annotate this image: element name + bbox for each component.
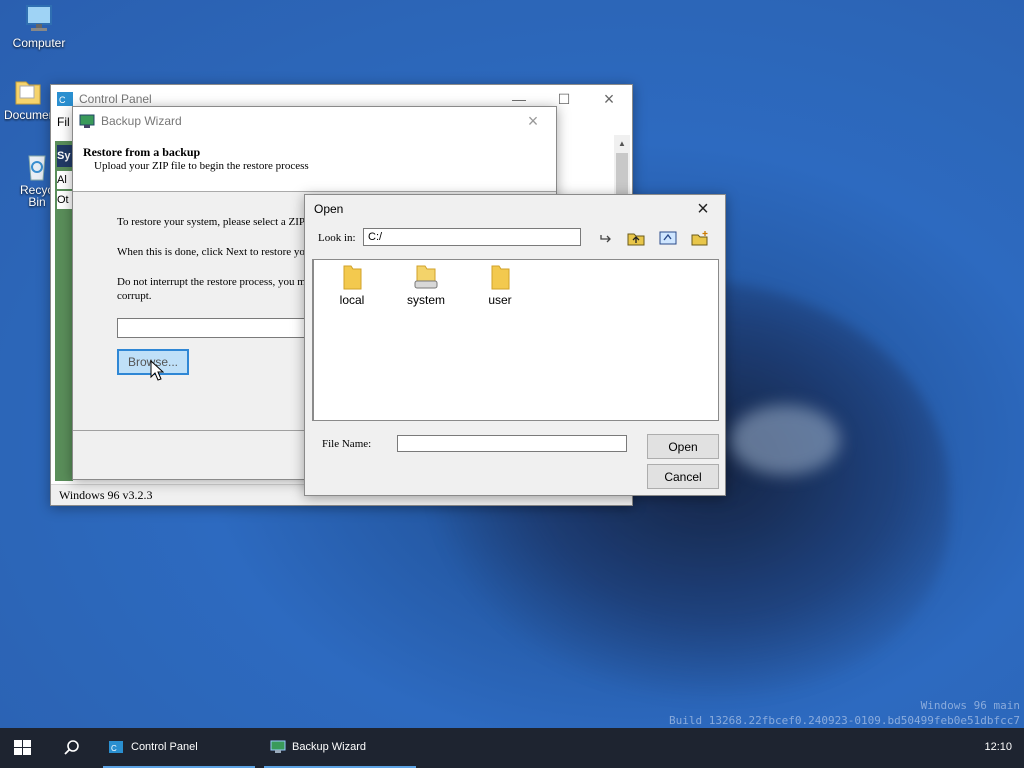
windows-logo-icon <box>14 740 31 755</box>
new-folder-icon[interactable] <box>688 228 712 248</box>
wallpaper-highlight <box>730 405 840 475</box>
window-title: Backup Wizard <box>101 114 182 128</box>
close-button[interactable]: × <box>681 195 725 223</box>
desktop-icon-label: Recycle Bin <box>20 183 63 209</box>
folder-label: local <box>339 293 365 307</box>
close-button[interactable]: × <box>511 107 555 135</box>
desktop-icon-label: Computer <box>12 36 66 50</box>
zip-file-input[interactable] <box>117 318 327 338</box>
wizard-subheading: Upload your ZIP file to begin the restor… <box>94 160 309 172</box>
wizard-paragraph-2: When this is done, click Next to restore… <box>117 246 305 258</box>
wizard-paragraph-3: Do not interrupt the restore process, yo… <box>117 276 306 288</box>
look-in-path-input[interactable] <box>363 228 581 246</box>
control-panel-app-icon: C <box>109 741 123 753</box>
folder-icon <box>343 265 362 290</box>
close-button[interactable]: × <box>587 85 631 113</box>
desktop-icon-label: Documents <box>4 108 52 122</box>
search-icon <box>64 740 79 755</box>
window-title: Open <box>314 202 344 216</box>
open-button[interactable]: Open <box>647 434 719 459</box>
folder-item-local[interactable]: local <box>320 264 384 307</box>
folder-item-user[interactable]: user <box>468 264 532 307</box>
folder-label: user <box>488 293 512 307</box>
folder-icon <box>491 265 510 290</box>
scroll-up-arrow-icon[interactable]: ▲ <box>614 135 630 148</box>
svg-text:C: C <box>111 744 117 753</box>
mouse-pointer-icon <box>150 360 164 381</box>
taskbar-item-control-panel[interactable]: C Control Panel <box>103 728 255 768</box>
go-back-icon[interactable] <box>594 228 618 248</box>
svg-text:C: C <box>59 95 66 105</box>
backup-wizard-app-icon <box>79 114 95 128</box>
cancel-button[interactable]: Cancel <box>647 464 719 489</box>
recycle-bin-icon <box>28 155 46 181</box>
folder-up-icon[interactable] <box>624 228 648 248</box>
open-file-dialog: Open × Look in: local system user File N… <box>304 194 726 496</box>
start-button[interactable] <box>14 740 32 759</box>
taskbar-item-label: Control Panel <box>131 741 198 753</box>
computer-icon <box>26 5 52 31</box>
desktop-icon-computer[interactable]: Computer <box>4 4 74 50</box>
taskbar-item-backup-wizard[interactable]: Backup Wizard <box>264 728 416 768</box>
look-in-label: Look in: <box>318 232 356 244</box>
taskbar-clock[interactable]: 12:10 <box>984 741 1012 753</box>
desktop-icon-documents[interactable]: Documents <box>4 76 52 122</box>
taskbar-item-label: Backup Wizard <box>292 741 366 753</box>
status-text: Windows 96 v3.2.3 <box>59 488 153 502</box>
folder-item-system[interactable]: system <box>394 264 458 307</box>
window-title: Control Panel <box>79 92 152 106</box>
control-panel-app-icon: C <box>57 92 73 106</box>
file-name-label: File Name: <box>322 438 372 450</box>
folder-label: system <box>406 293 445 307</box>
open-dialog-titlebar[interactable]: Open <box>305 195 725 223</box>
watermark-build: Build 13268.22fbcef0.240923-0109.bd50499… <box>669 714 1020 727</box>
wizard-heading: Restore from a backup <box>83 145 201 159</box>
backup-wizard-app-icon <box>270 740 286 753</box>
wizard-paragraph-3-cont: corrupt. <box>117 290 152 302</box>
taskbar: C Control Panel Backup Wizard 12:10 <box>0 728 1024 768</box>
file-name-input[interactable] <box>397 435 627 452</box>
documents-folder-icon <box>15 81 41 105</box>
menu-file[interactable]: Fil <box>57 115 70 129</box>
file-list-pane[interactable]: local system user <box>312 259 719 421</box>
wizard-paragraph-1: To restore your system, please select a … <box>117 216 306 228</box>
watermark-edition: Windows 96 main <box>920 699 1020 712</box>
desktop-view-icon[interactable] <box>656 228 680 248</box>
system-folder-icon <box>414 265 438 289</box>
backup-wizard-titlebar[interactable]: Backup Wizard <box>73 107 556 135</box>
search-button[interactable] <box>63 739 81 760</box>
